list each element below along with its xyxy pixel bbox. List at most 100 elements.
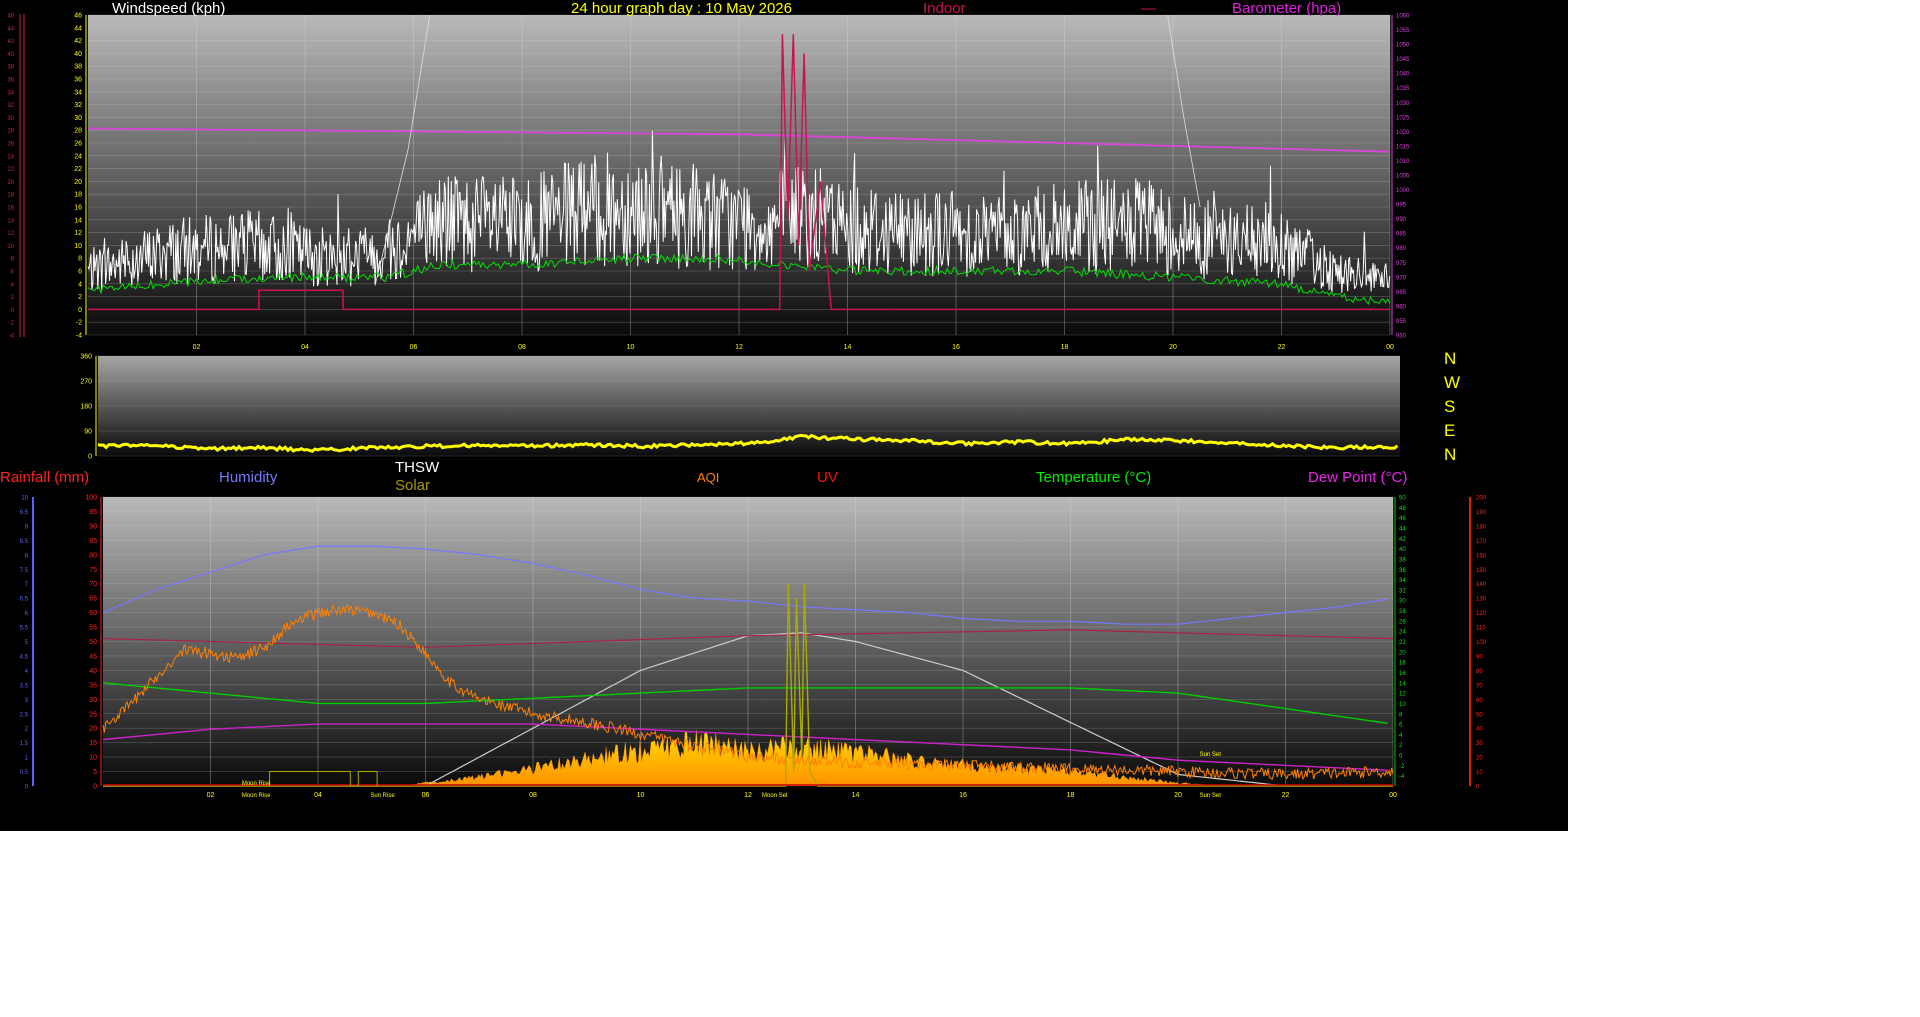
barometer-label: Barometer (hpa) <box>1232 0 1342 17</box>
windspeed-axis: -4-2024681012141618202224262830323436384… <box>7 13 87 340</box>
temperature-tick-label: 28 <box>1399 609 1406 615</box>
temp-x-tick-label: 12 <box>744 792 752 799</box>
indoor-tick-label: 6 <box>11 270 15 276</box>
uv-tick-label: 90 <box>1476 654 1483 660</box>
indoor-tick-label: 46 <box>7 14 14 20</box>
aqi-label: AQI <box>697 470 720 485</box>
direction-tick-label: 0 <box>88 454 92 461</box>
compass-w: W <box>1444 373 1461 392</box>
indoor-tick-label: 14 <box>7 218 14 224</box>
chart-title: 24 hour graph day : 10 May 2026 <box>571 0 792 17</box>
temperature-tick-label: 20 <box>1399 650 1406 656</box>
wind-x-tick-label: 02 <box>193 344 201 351</box>
windspeed-tick-label: 2 <box>78 294 82 301</box>
temperature-tick-label: 30 <box>1399 599 1406 605</box>
temperature-tick-label: 6 <box>1399 723 1403 729</box>
windspeed-tick-label: 20 <box>74 179 82 186</box>
sun-rise-axis-label: Sun Rise <box>370 793 395 799</box>
barometer-tick-label: 995 <box>1396 203 1407 209</box>
indoor-tick-label: 16 <box>7 206 14 212</box>
indoor-tick-label: 36 <box>7 78 14 84</box>
windspeed-tick-label: 14 <box>74 217 82 224</box>
uv-tick-label: 140 <box>1476 582 1487 588</box>
humidity-tick-label: 5 <box>93 769 97 776</box>
uv-tick-label: 80 <box>1476 669 1483 675</box>
barometer-tick-label: 1015 <box>1396 144 1410 150</box>
windspeed-tick-label: 28 <box>74 128 82 135</box>
humidity-tick-label: 70 <box>89 581 97 588</box>
windspeed-tick-label: 38 <box>74 64 82 71</box>
windspeed-label: Windspeed (kph) <box>112 0 226 17</box>
wind-x-tick-label: 14 <box>844 344 852 351</box>
humidity-tick-label: 75 <box>89 567 97 574</box>
humidity-tick-label: 85 <box>89 538 97 545</box>
solar-label: Solar <box>395 477 431 494</box>
compass-n-top: N <box>1444 349 1457 368</box>
indoor-tick-label: 26 <box>7 142 14 148</box>
right-blank-area <box>1568 0 1920 1017</box>
uv-tick-label: 0 <box>1476 785 1480 791</box>
uv-label: UV <box>817 469 838 486</box>
weather-graph: -4 -2 0 2 4 6 8 10 12 14 16 18 20 22 24 26 28 30 32 34 36 38 4… <box>0 0 1568 831</box>
temp-x-tick-label: 18 <box>1067 792 1075 799</box>
windspeed-tick-label: 18 <box>74 192 82 199</box>
windspeed-tick-label: 24 <box>74 153 82 160</box>
temperature-tick-label: 24 <box>1399 630 1406 636</box>
wind-x-tick-label: 12 <box>735 344 743 351</box>
barometer-tick-label: 1035 <box>1396 86 1410 92</box>
direction-tick-label: 270 <box>80 379 92 386</box>
indoor-tick-label: 8 <box>11 257 15 263</box>
humidity-axis: 0510152025303540455055606570758085909510… <box>20 495 102 791</box>
indoor-label: Indoor <box>923 0 966 17</box>
windspeed-tick-label: 4 <box>78 281 82 288</box>
humidity-tick-label: 0 <box>93 784 97 791</box>
uv-tick-label: 40 <box>1476 727 1483 733</box>
barometer-tick-label: 985 <box>1396 232 1407 238</box>
windspeed-tick-label: 22 <box>74 166 82 173</box>
bottom-blank-area <box>0 831 1568 1017</box>
humidity-tick-label: 20 <box>89 726 97 733</box>
sun-set-axis-label: Sun Set <box>1200 793 1222 799</box>
wind-x-tick-label: 06 <box>410 344 418 351</box>
moon-rise-marker-label: Moon Rise <box>242 781 271 787</box>
rain-tick-label: 8.5 <box>20 539 29 545</box>
humidity-tick-label: 100 <box>85 495 97 502</box>
humidity-tick-label: 95 <box>89 509 97 516</box>
wind-x-tick-label: 18 <box>1061 344 1069 351</box>
uv-tick-label: 50 <box>1476 712 1483 718</box>
temperature-tick-label: 46 <box>1399 516 1406 522</box>
wind-time-axis: 02 04 06 08 10 12 14 16 18 20 22 00 <box>193 344 1394 351</box>
windspeed-tick-label: 42 <box>74 38 82 45</box>
uv-tick-label: 60 <box>1476 698 1483 704</box>
barometer-tick-label: 1020 <box>1396 130 1410 136</box>
rain-tick-label: 0.5 <box>20 770 29 776</box>
uv-tick-label: 120 <box>1476 611 1487 617</box>
rain-tick-label: 10 <box>21 496 28 502</box>
wind-x-tick-label: 10 <box>627 344 635 351</box>
dewpoint-label: Dew Point (°C) <box>1308 469 1408 486</box>
uv-tick-label: 70 <box>1476 683 1483 689</box>
rain-tick-label: 6.5 <box>20 597 29 603</box>
uv-tick-label: 160 <box>1476 553 1487 559</box>
indoor-tick-label: 30 <box>7 116 14 122</box>
uv-tick-label: 190 <box>1476 510 1487 516</box>
windspeed-tick-label: 30 <box>74 115 82 122</box>
indoor-tick-label: 20 <box>7 180 14 186</box>
wind-x-tick-label: 04 <box>301 344 309 351</box>
humidity-tick-label: 15 <box>89 740 97 747</box>
temperature-tick-label: 14 <box>1399 681 1406 687</box>
wind-x-tick-label: 16 <box>952 344 960 351</box>
windspeed-tick-label: 40 <box>74 51 82 58</box>
temperature-label: Temperature (°C) <box>1036 469 1152 486</box>
temperature-tick-label: 22 <box>1399 640 1406 646</box>
compass-s: S <box>1444 397 1456 416</box>
temperature-tick-label: 26 <box>1399 619 1406 625</box>
indoor-tick-label: 12 <box>7 231 14 237</box>
temperature-tick-label: 42 <box>1399 537 1406 543</box>
rain-tick-label: 3.5 <box>20 683 29 689</box>
temp-x-tick-label: 10 <box>637 792 645 799</box>
barometer-tick-label: 1045 <box>1396 57 1410 63</box>
indoor-tick-label: 42 <box>7 39 14 45</box>
barometer-tick-label: 960 <box>1396 304 1407 310</box>
windspeed-tick-label: 0 <box>78 307 82 314</box>
